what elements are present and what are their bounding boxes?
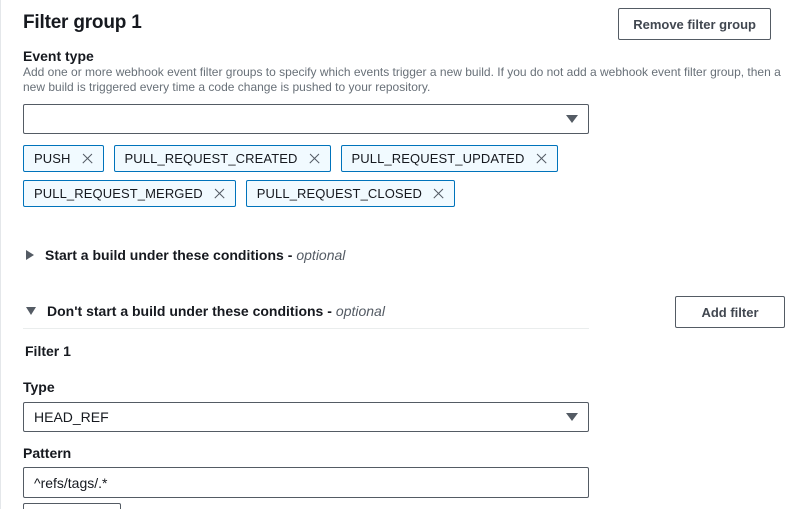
filter-type-label: Type — [23, 379, 55, 395]
webhook-filter-group-panel: Filter group 1 Remove filter group Event… — [0, 0, 791, 509]
event-chip-label: PULL_REQUEST_CLOSED — [256, 186, 422, 201]
close-icon[interactable] — [432, 187, 445, 200]
event-chip[interactable]: PULL_REQUEST_CLOSED — [245, 180, 455, 207]
chevron-down-icon — [566, 413, 578, 421]
event-chip-label: PULL_REQUEST_CREATED — [124, 151, 298, 166]
event-type-select[interactable] — [23, 104, 589, 134]
event-chip[interactable]: PULL_REQUEST_MERGED — [23, 180, 236, 207]
event-chip[interactable]: PULL_REQUEST_CREATED — [113, 145, 331, 172]
page-title: Filter group 1 — [23, 12, 142, 33]
filter-pattern-label: Pattern — [23, 445, 72, 461]
dont-start-build-optional-label: optional — [335, 303, 385, 319]
chevron-down-icon — [566, 115, 578, 123]
event-chip-label: PULL_REQUEST_UPDATED — [351, 151, 525, 166]
event-chip-label: PULL_REQUEST_MERGED — [34, 186, 203, 201]
start-build-conditions-expander[interactable]: Start a build under these conditions - o… — [26, 247, 345, 263]
event-chip[interactable]: PULL_REQUEST_UPDATED — [340, 145, 558, 172]
remove-filter-group-button[interactable]: Remove filter group — [618, 8, 771, 40]
filter-type-select-value: HEAD_REF — [34, 409, 109, 425]
event-chip[interactable]: PUSH — [23, 145, 104, 172]
remove-filter-button[interactable] — [23, 503, 121, 509]
triangle-right-icon — [26, 250, 34, 260]
close-icon[interactable] — [535, 152, 548, 165]
event-chip-label: PUSH — [34, 151, 71, 166]
filter-title: Filter 1 — [25, 343, 71, 359]
filter-pattern-input[interactable] — [23, 467, 589, 498]
add-filter-button[interactable]: Add filter — [675, 296, 785, 328]
selected-event-chips: PUSH PULL_REQUEST_CREATED PULL_REQUEST_U… — [23, 145, 683, 207]
close-icon[interactable] — [81, 152, 94, 165]
event-type-label: Event type — [23, 48, 94, 64]
close-icon[interactable] — [308, 152, 321, 165]
start-build-optional-label: optional — [296, 247, 346, 263]
start-build-conditions-label: Start a build under these conditions - — [45, 247, 293, 263]
dont-start-build-conditions-expander[interactable]: Don't start a build under these conditio… — [26, 303, 385, 319]
triangle-down-icon — [26, 307, 36, 315]
close-icon[interactable] — [213, 187, 226, 200]
section-divider — [23, 328, 589, 329]
event-type-description: Add one or more webhook event filter gro… — [23, 65, 781, 94]
filter-group-header: Filter group 1 Remove filter group — [23, 8, 771, 42]
filter-type-select[interactable]: HEAD_REF — [23, 402, 589, 432]
dont-start-build-conditions-label: Don't start a build under these conditio… — [47, 303, 332, 319]
